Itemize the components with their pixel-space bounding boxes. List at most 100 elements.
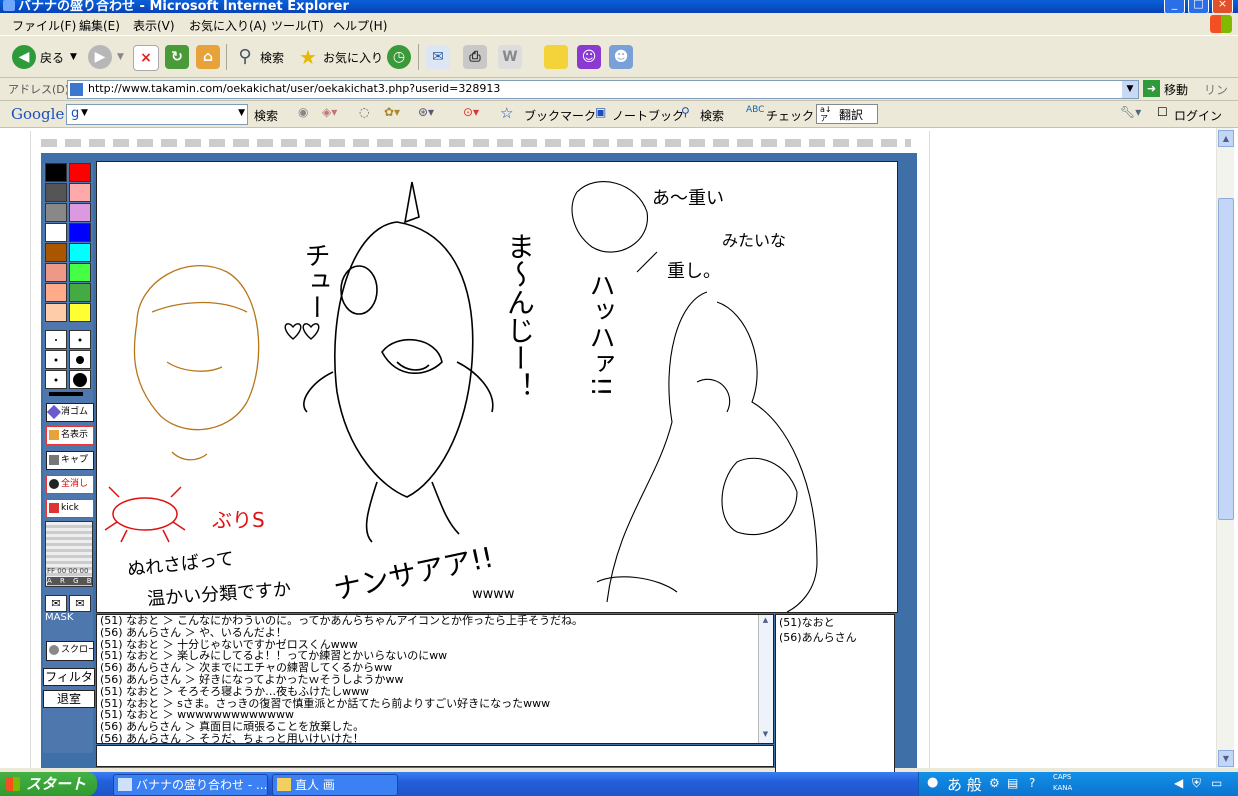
- start-button[interactable]: スタート: [0, 772, 97, 796]
- pen-size-3[interactable]: [69, 350, 91, 369]
- ime-tools-icon[interactable]: ⚙: [989, 776, 1000, 790]
- chevron-down-icon[interactable]: ▼: [81, 108, 88, 118]
- address-input[interactable]: http://www.takamin.com/oekakichat/user/o…: [67, 80, 1139, 99]
- user-list-item[interactable]: (56)あんらさん: [776, 630, 894, 645]
- security-icon[interactable]: ⛨: [1192, 776, 1201, 791]
- mail-icon[interactable]: ✉: [426, 45, 450, 69]
- color-swatch[interactable]: [45, 223, 67, 242]
- page-scroll-thumb[interactable]: [1218, 198, 1234, 520]
- pen-size-dotted[interactable]: [45, 330, 67, 349]
- stop-icon[interactable]: ×: [133, 45, 159, 71]
- messenger-icon[interactable]: ☺: [577, 45, 601, 69]
- contacts-icon[interactable]: ☻: [609, 45, 633, 69]
- color-sliders[interactable]: FF 00 00 00 A R G B: [45, 521, 93, 587]
- user-list-item[interactable]: (51)なおと: [776, 615, 894, 630]
- pen-size-4[interactable]: [45, 370, 67, 389]
- show-name-button[interactable]: 名表示: [46, 426, 94, 445]
- discuss-icon[interactable]: [544, 45, 568, 69]
- back-tray-icon[interactable]: ◀: [1174, 776, 1183, 790]
- scroll-button[interactable]: スクロール: [46, 641, 94, 661]
- check-button[interactable]: チェック: [766, 107, 814, 124]
- back-label[interactable]: 戻る: [40, 49, 64, 66]
- eraser-button[interactable]: 消ゴム: [46, 403, 94, 422]
- color-swatch[interactable]: [69, 183, 91, 202]
- task-folder-window[interactable]: 直人 画: [272, 774, 398, 796]
- login-checkbox-icon[interactable]: ☐: [1157, 105, 1168, 119]
- google-search-button[interactable]: 検索: [254, 107, 278, 124]
- mask-envelope-x-icon[interactable]: ✉: [69, 595, 91, 612]
- chat-log[interactable]: (51) なおと ＞ こんなにかわういのに。ってかあんらちゃんアイコンとか作った…: [96, 614, 774, 744]
- help-icon[interactable]: ?: [1029, 776, 1035, 790]
- task-ie-window[interactable]: バナナの盛り合わせ - ...: [113, 774, 268, 796]
- forward-icon[interactable]: ▶: [88, 45, 112, 69]
- page-scroll-down-icon[interactable]: ▼: [1218, 750, 1234, 767]
- color-swatch[interactable]: [45, 263, 67, 282]
- notebook-button[interactable]: ノートブック: [612, 107, 684, 124]
- google-search-input[interactable]: g ▼ ▼: [66, 104, 248, 125]
- color-swatch[interactable]: [45, 183, 67, 202]
- ime-mode[interactable]: あ 般: [947, 774, 982, 795]
- pen-size-1[interactable]: [69, 330, 91, 349]
- back-icon[interactable]: ◀: [12, 45, 36, 69]
- scroll-up-icon[interactable]: ▲: [760, 616, 771, 627]
- bookmark-star-icon[interactable]: ☆: [500, 104, 513, 122]
- search-icon[interactable]: ⚲: [233, 45, 257, 69]
- spellcheck-icon[interactable]: ABC: [746, 105, 764, 115]
- ime-icon[interactable]: ●: [927, 775, 938, 790]
- alert-icon[interactable]: ⊙▾: [463, 105, 479, 119]
- notebook-icon[interactable]: ▣: [595, 105, 606, 119]
- ime-dict-icon[interactable]: ▤: [1007, 776, 1018, 790]
- print-icon[interactable]: ⎙: [463, 45, 487, 69]
- color-swatch[interactable]: [69, 163, 91, 182]
- page-scrollbar[interactable]: ▲ ▼: [1216, 128, 1234, 768]
- refresh-icon[interactable]: ↻: [165, 45, 189, 69]
- google-search-value[interactable]: g: [71, 106, 79, 121]
- color-swatch[interactable]: [45, 163, 67, 182]
- network-icon[interactable]: ▭: [1211, 776, 1222, 790]
- popup-blocker-icon[interactable]: ◈▾: [322, 105, 337, 119]
- menu-edit[interactable]: 編集(E): [79, 17, 120, 34]
- go-button[interactable]: 移動: [1164, 81, 1188, 98]
- translate-box[interactable]: a↓ ア 翻訳: [816, 104, 878, 124]
- address-dropdown-icon[interactable]: ▼: [1122, 81, 1138, 98]
- drawing-canvas[interactable]: チュー ま〜んじー！ ハッハァ!! あ〜重い 重し。 みたいな ぶりS ぬれさば…: [96, 161, 898, 613]
- close-button[interactable]: ×: [1212, 0, 1233, 13]
- back-dropdown-icon[interactable]: ▼: [70, 52, 77, 62]
- login-button[interactable]: ログイン: [1174, 107, 1222, 124]
- google-search-dropdown-icon[interactable]: ▼: [238, 108, 245, 118]
- forward-dropdown-icon[interactable]: ▼: [117, 52, 124, 62]
- color-swatch[interactable]: [45, 203, 67, 222]
- favorites-label[interactable]: お気に入り: [323, 49, 383, 66]
- wrench-icon[interactable]: 🔧︎▾: [1120, 105, 1141, 119]
- search-magnifier-icon[interactable]: ⚲: [681, 105, 690, 119]
- maximize-button[interactable]: □: [1188, 0, 1209, 13]
- pen-size-5[interactable]: [69, 370, 91, 389]
- translate-button[interactable]: 翻訳: [839, 106, 863, 123]
- kick-button[interactable]: kick: [46, 499, 94, 518]
- bookmarks-button[interactable]: ブックマーク: [524, 107, 596, 124]
- pen-size-2[interactable]: [45, 350, 67, 369]
- chat-input[interactable]: [96, 745, 774, 767]
- favorites-star-icon[interactable]: ★: [296, 45, 320, 69]
- autolink-icon[interactable]: ✿▾: [384, 105, 400, 119]
- color-swatch[interactable]: [69, 263, 91, 282]
- color-swatch[interactable]: [45, 303, 67, 322]
- autofill-icon[interactable]: ⊛▾: [418, 105, 434, 119]
- address-url[interactable]: http://www.takamin.com/oekakichat/user/o…: [88, 82, 500, 95]
- color-swatch[interactable]: [45, 243, 67, 262]
- home-icon[interactable]: ⌂: [196, 45, 220, 69]
- color-swatch[interactable]: [69, 243, 91, 262]
- color-swatch[interactable]: [69, 283, 91, 302]
- menu-file[interactable]: ファイル(F): [12, 17, 76, 34]
- history-icon[interactable]: ◷: [387, 45, 411, 69]
- go-arrow-icon[interactable]: ➜: [1143, 80, 1160, 97]
- exit-button[interactable]: 退室: [43, 690, 95, 708]
- clear-all-button[interactable]: 全消し: [46, 475, 94, 494]
- chat-icon[interactable]: ◌: [359, 105, 369, 119]
- minimize-button[interactable]: _: [1164, 0, 1185, 13]
- pagerank-icon[interactable]: ◉: [298, 105, 308, 119]
- color-swatch[interactable]: [69, 303, 91, 322]
- menu-help[interactable]: ヘルプ(H): [333, 17, 387, 34]
- capture-button[interactable]: キャプ: [46, 451, 94, 470]
- scroll-down-icon[interactable]: ▼: [760, 730, 771, 741]
